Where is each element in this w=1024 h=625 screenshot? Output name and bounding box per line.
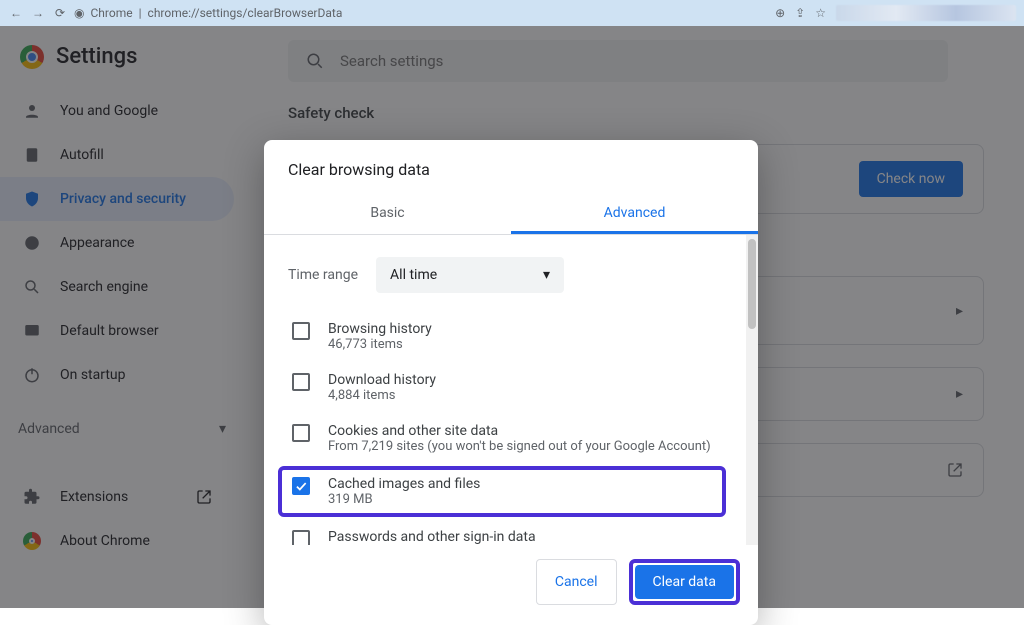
bookmark-icon[interactable]: ☆ (815, 6, 826, 20)
dialog-title: Clear browsing data (264, 140, 758, 193)
timerange-value: All time (390, 267, 437, 283)
checkbox[interactable] (292, 424, 310, 442)
option-browsing-history[interactable]: Browsing history 46,773 items (286, 311, 754, 362)
highlighted-clear-button: Clear data (629, 559, 740, 605)
checkbox[interactable] (292, 477, 310, 495)
option-cookies[interactable]: Cookies and other site data From 7,219 s… (286, 413, 754, 464)
zoom-icon[interactable]: ⊕ (775, 6, 785, 20)
checkbox[interactable] (292, 530, 310, 545)
tab-basic[interactable]: Basic (264, 193, 511, 234)
share-icon[interactable]: ⇪ (795, 6, 805, 20)
check-icon (294, 479, 308, 493)
dialog-tabs: Basic Advanced (264, 193, 758, 235)
url-label: Chrome (90, 6, 132, 20)
highlighted-option: Cached images and files 319 MB (278, 466, 726, 517)
back-icon[interactable]: ← (8, 6, 24, 20)
option-passwords[interactable]: Passwords and other sign-in data 627 pas… (286, 519, 754, 545)
cancel-button[interactable]: Cancel (536, 559, 617, 605)
checkbox[interactable] (292, 373, 310, 391)
reload-icon[interactable]: ⟳ (52, 6, 68, 20)
tab-advanced[interactable]: Advanced (511, 193, 758, 234)
scrollbar[interactable] (746, 235, 758, 545)
dialog-body: Time range All time ▾ Browsing history 4… (264, 235, 758, 545)
window-controls-blurred (836, 5, 1016, 21)
option-cached-images[interactable]: Cached images and files 319 MB (292, 474, 712, 509)
clear-data-button[interactable]: Clear data (635, 565, 734, 599)
chevron-down-icon: ▾ (543, 267, 550, 283)
dialog-footer: Cancel Clear data (264, 545, 758, 625)
forward-icon[interactable]: → (30, 6, 46, 20)
chrome-icon: ◉ (74, 6, 84, 20)
url-text: chrome://settings/clearBrowserData (148, 6, 343, 20)
timerange-select[interactable]: All time ▾ (376, 257, 564, 293)
timerange-label: Time range (288, 267, 358, 283)
clear-browsing-data-dialog: Clear browsing data Basic Advanced Time … (264, 140, 758, 625)
url-bar[interactable]: ◉ Chrome | chrome://settings/clearBrowse… (74, 6, 342, 20)
option-download-history[interactable]: Download history 4,884 items (286, 362, 754, 413)
browser-toolbar: ← → ⟳ ◉ Chrome | chrome://settings/clear… (0, 0, 1024, 26)
checkbox[interactable] (292, 322, 310, 340)
